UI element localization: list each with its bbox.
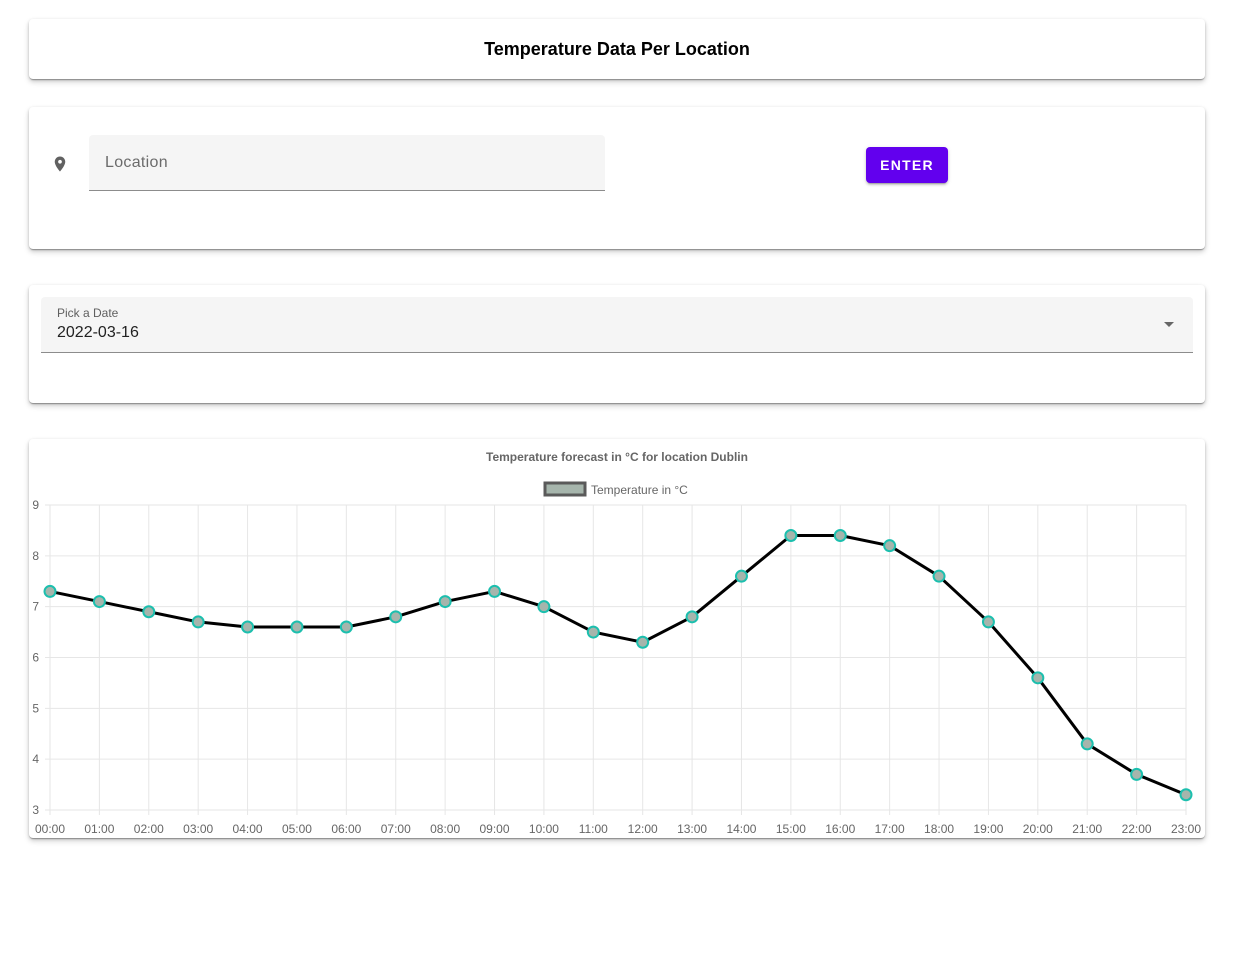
x-tick-label: 15:00 <box>776 822 806 836</box>
location-input[interactable] <box>89 135 605 190</box>
enter-button[interactable]: Enter <box>866 147 948 183</box>
x-tick-label: 20:00 <box>1023 822 1053 836</box>
y-tick-label: 6 <box>32 651 39 665</box>
date-select[interactable]: Pick a Date 2022-03-16 <box>41 297 1193 353</box>
series-line <box>49 534 1187 797</box>
data-point <box>43 584 57 598</box>
data-point <box>932 569 946 583</box>
y-tick-label: 4 <box>32 752 39 766</box>
legend-swatch <box>543 481 587 497</box>
x-tick-label: 13:00 <box>677 822 707 836</box>
date-select-value: 2022-03-16 <box>57 324 139 341</box>
temperature-chart: Temperature forecast in °C for location … <box>32 450 1201 836</box>
x-tick-label: 00:00 <box>35 822 65 836</box>
data-point <box>734 569 748 583</box>
data-point <box>339 620 353 634</box>
y-tick-label: 5 <box>32 701 39 715</box>
data-point <box>92 595 106 609</box>
data-point <box>1080 737 1094 751</box>
data-point <box>191 615 205 629</box>
x-tick-label: 18:00 <box>924 822 954 836</box>
y-tick-label: 7 <box>32 600 39 614</box>
y-tick-label: 8 <box>32 549 39 563</box>
data-point <box>685 610 699 624</box>
dropdown-arrow-icon[interactable] <box>1164 322 1174 327</box>
data-point <box>389 610 403 624</box>
x-tick-label: 17:00 <box>875 822 905 836</box>
x-tick-label: 11:00 <box>579 822 608 836</box>
data-point <box>883 539 897 553</box>
y-tick-label: 9 <box>32 498 39 512</box>
x-tick-label: 12:00 <box>628 822 658 836</box>
x-tick-label: 08:00 <box>430 822 460 836</box>
data-point <box>142 605 156 619</box>
data-point <box>1130 767 1144 781</box>
x-tick-label: 04:00 <box>233 822 263 836</box>
date-select-label: Pick a Date <box>57 306 119 320</box>
chart-title: Temperature forecast in °C for location … <box>486 450 748 464</box>
x-tick-label: 03:00 <box>183 822 213 836</box>
x-tick-label: 07:00 <box>381 822 411 836</box>
x-tick-label: 19:00 <box>973 822 1003 836</box>
data-point <box>784 529 798 542</box>
legend-label: Temperature in °C <box>591 483 688 497</box>
x-tick-label: 06:00 <box>331 822 361 836</box>
x-tick-label: 01:00 <box>84 822 114 836</box>
data-point <box>290 620 304 634</box>
location-card: Enter <box>29 107 1205 249</box>
location-field <box>89 135 605 191</box>
date-card: Pick a Date 2022-03-16 <box>29 285 1205 403</box>
data-point <box>636 635 650 649</box>
data-point <box>537 600 551 614</box>
data-point <box>1031 671 1045 685</box>
chart-card: Temperature forecast in °C for location … <box>29 439 1205 838</box>
header-card: Temperature Data Per Location <box>29 19 1205 79</box>
x-tick-label: 10:00 <box>529 822 559 836</box>
x-tick-label: 02:00 <box>134 822 164 836</box>
x-tick-label: 21:00 <box>1072 822 1102 836</box>
data-point <box>586 625 600 639</box>
data-point <box>981 615 995 629</box>
y-tick-label: 3 <box>32 803 39 817</box>
data-point <box>488 584 502 598</box>
data-point <box>1179 788 1193 802</box>
x-tick-label: 05:00 <box>282 822 312 836</box>
data-point <box>438 595 452 609</box>
x-tick-label: 23:00 <box>1171 822 1201 836</box>
location-pin-icon <box>54 156 66 172</box>
x-tick-label: 14:00 <box>726 822 756 836</box>
data-point <box>833 529 847 542</box>
x-tick-label: 22:00 <box>1122 822 1152 836</box>
data-point <box>241 620 255 634</box>
x-tick-label: 09:00 <box>480 822 510 836</box>
page-title: Temperature Data Per Location <box>484 39 750 59</box>
x-tick-label: 16:00 <box>825 822 855 836</box>
